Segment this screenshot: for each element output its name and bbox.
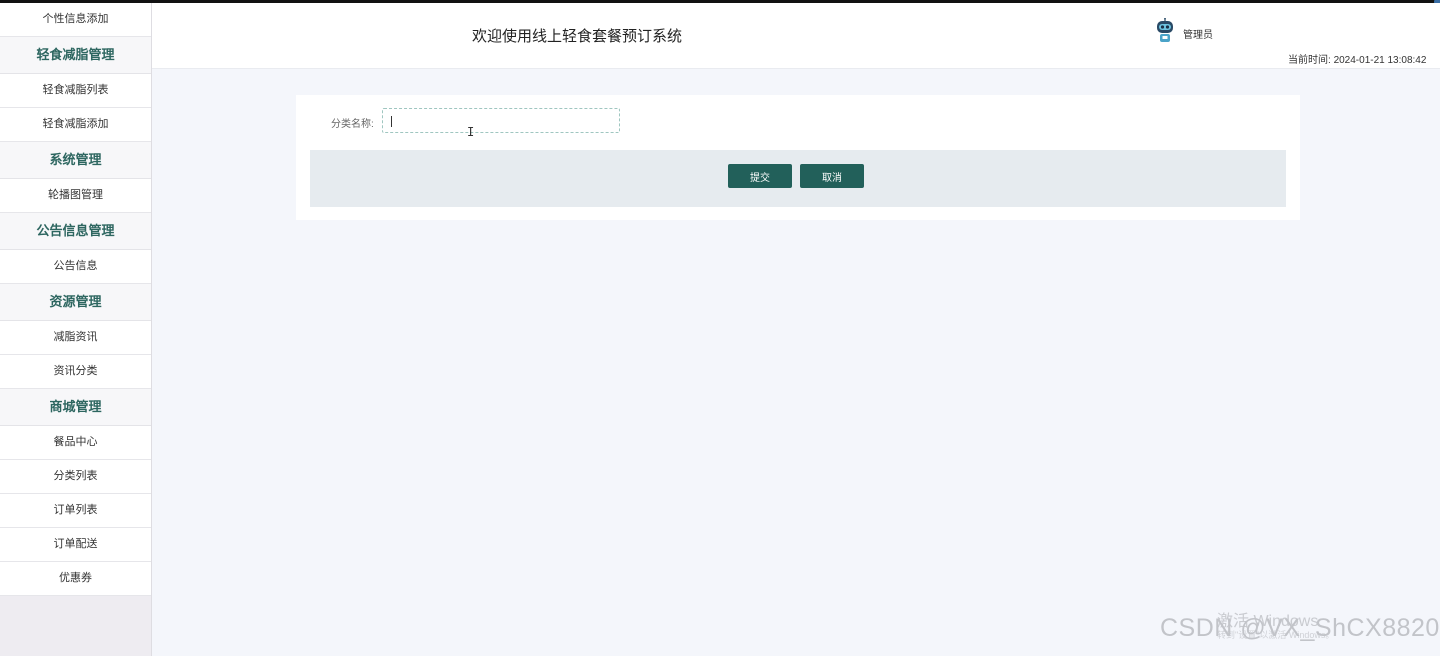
sidebar-group-resources[interactable]: 资源管理 <box>0 284 151 321</box>
text-caret <box>391 116 392 127</box>
sidebar-group-light-meal-fatloss[interactable]: 轻食减脂管理 <box>0 37 151 74</box>
sidebar: 个性信息添加 轻食减脂管理 轻食减脂列表 轻食减脂添加 系统管理 轮播图管理 公… <box>0 3 152 656</box>
time-value: 2024-01-21 13:08:42 <box>1333 55 1427 66</box>
username[interactable]: 管理员 <box>1183 26 1213 41</box>
sidebar-item-light-meal-add[interactable]: 轻食减脂添加 <box>0 108 151 142</box>
csdn-watermark: CSDN @VX_ShCX8820 <box>1160 614 1440 642</box>
submit-button[interactable]: 提交 <box>728 164 792 188</box>
sidebar-item-order-list[interactable]: 订单列表 <box>0 494 151 528</box>
sidebar-group-mall[interactable]: 商城管理 <box>0 389 151 426</box>
sidebar-item-coupons[interactable]: 优惠券 <box>0 562 151 596</box>
current-time: 当前时间: 2024-01-21 13:08:42 <box>1288 51 1426 66</box>
sidebar-item-meal-center[interactable]: 餐品中心 <box>0 426 151 460</box>
page-title: 欢迎使用线上轻食套餐预订系统 <box>472 28 683 45</box>
sidebar-item-order-delivery[interactable]: 订单配送 <box>0 528 151 562</box>
robot-avatar-icon[interactable] <box>1155 18 1175 44</box>
sidebar-item-news-category[interactable]: 资讯分类 <box>0 355 151 389</box>
sidebar-item-carousel[interactable]: 轮播图管理 <box>0 179 151 213</box>
form-actions: 提交 取消 <box>310 150 1286 207</box>
category-form: 分类名称: I 提交 取消 <box>296 95 1300 220</box>
category-name-label: 分类名称: <box>331 119 374 130</box>
sidebar-item-category-list[interactable]: 分类列表 <box>0 460 151 494</box>
sidebar-group-notices[interactable]: 公告信息管理 <box>0 213 151 250</box>
sidebar-item-light-meal-list[interactable]: 轻食减脂列表 <box>0 74 151 108</box>
text-cursor-icon: I <box>467 125 475 139</box>
sidebar-item-fatloss-news[interactable]: 减脂资讯 <box>0 321 151 355</box>
category-name-input[interactable] <box>382 108 620 133</box>
time-label: 当前时间: <box>1288 55 1331 66</box>
cancel-button[interactable]: 取消 <box>800 164 864 188</box>
sidebar-item-notice-info[interactable]: 公告信息 <box>0 250 151 284</box>
sidebar-group-system[interactable]: 系统管理 <box>0 142 151 179</box>
top-header: 欢迎使用线上轻食套餐预订系统 管理员 当前时间: 2024-01-21 13:0… <box>152 3 1440 69</box>
sidebar-item-profile-add[interactable]: 个性信息添加 <box>0 3 151 37</box>
